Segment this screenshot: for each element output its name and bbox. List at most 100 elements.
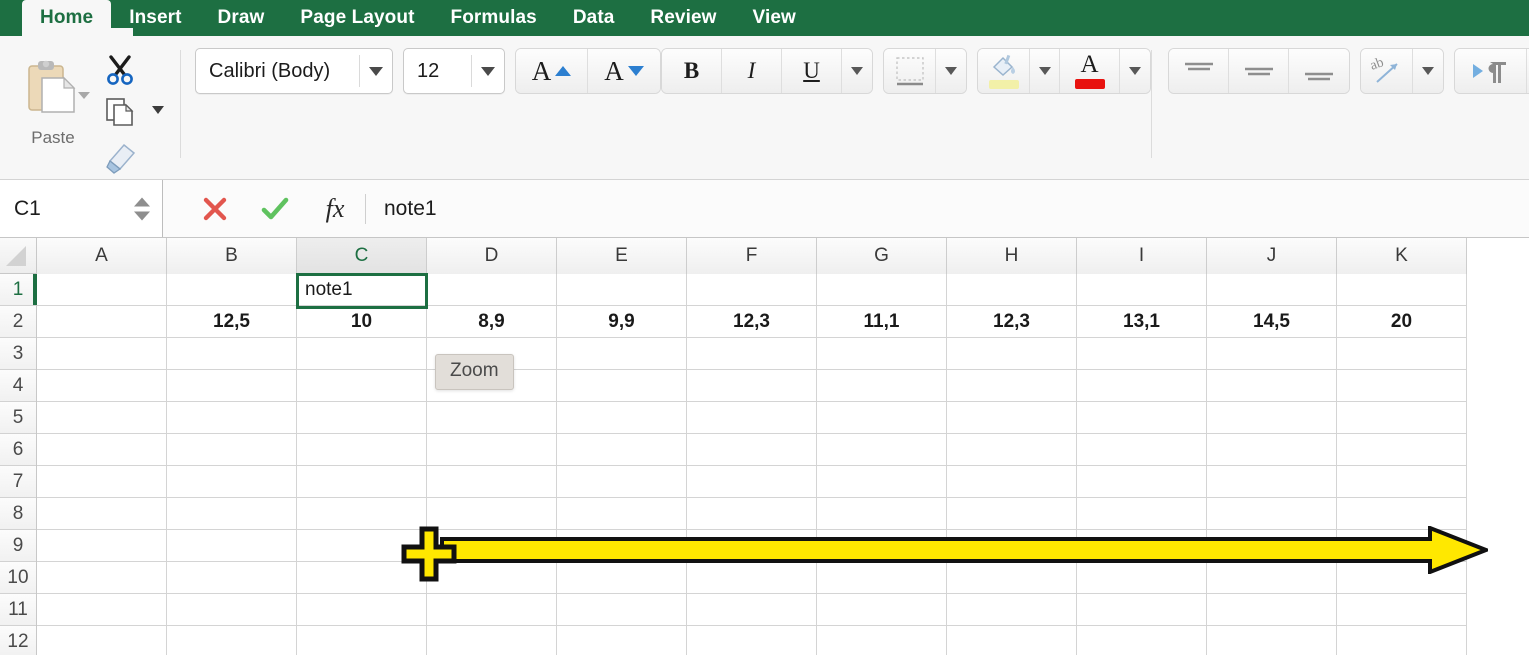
column-header-b[interactable]: B xyxy=(167,238,297,274)
column-header-g[interactable]: G xyxy=(817,238,947,274)
align-bottom-button[interactable] xyxy=(1289,49,1349,93)
cell-J9[interactable] xyxy=(1207,530,1337,562)
cell-I4[interactable] xyxy=(1077,370,1207,402)
cell-E9[interactable] xyxy=(557,530,687,562)
name-box[interactable]: C1 xyxy=(0,180,163,237)
cell-H10[interactable] xyxy=(947,562,1077,594)
tab-draw[interactable]: Draw xyxy=(200,0,283,36)
column-header-j[interactable]: J xyxy=(1207,238,1337,274)
cell-A11[interactable] xyxy=(37,594,167,626)
cell-G10[interactable] xyxy=(817,562,947,594)
cell-K3[interactable] xyxy=(1337,338,1467,370)
cell-H5[interactable] xyxy=(947,402,1077,434)
decrease-font-size-button[interactable]: A xyxy=(588,49,660,93)
formula-input[interactable]: note1 xyxy=(366,180,1529,237)
cell-H1[interactable] xyxy=(947,274,1077,306)
cell-A3[interactable] xyxy=(37,338,167,370)
column-header-k[interactable]: K xyxy=(1337,238,1467,274)
underline-dropdown-icon[interactable] xyxy=(842,49,872,93)
cell-K10[interactable] xyxy=(1337,562,1467,594)
cell-B5[interactable] xyxy=(167,402,297,434)
cell-F11[interactable] xyxy=(687,594,817,626)
cell-B8[interactable] xyxy=(167,498,297,530)
fill-color-dropdown-icon[interactable] xyxy=(1030,49,1060,93)
cell-D9[interactable] xyxy=(427,530,557,562)
cell-D1[interactable] xyxy=(427,274,557,306)
text-orientation-dropdown-icon[interactable] xyxy=(1413,49,1443,93)
cell-G1[interactable] xyxy=(817,274,947,306)
cell-F1[interactable] xyxy=(687,274,817,306)
row-header-11[interactable]: 11 xyxy=(0,594,36,626)
cell-C6[interactable] xyxy=(297,434,427,466)
cell-G11[interactable] xyxy=(817,594,947,626)
cancel-button[interactable] xyxy=(185,180,245,238)
spinner-down-icon[interactable] xyxy=(134,211,150,220)
cell-J2[interactable]: 14,5 xyxy=(1207,306,1337,338)
cell-I10[interactable] xyxy=(1077,562,1207,594)
row-header-7[interactable]: 7 xyxy=(0,466,36,498)
cell-H11[interactable] xyxy=(947,594,1077,626)
column-header-d[interactable]: D xyxy=(427,238,557,274)
cell-J11[interactable] xyxy=(1207,594,1337,626)
cell-B6[interactable] xyxy=(167,434,297,466)
copy-dropdown-caret-icon[interactable] xyxy=(152,106,164,114)
font-size-combo[interactable]: 12 xyxy=(403,48,505,94)
column-header-c[interactable]: C xyxy=(297,238,427,274)
cell-D7[interactable] xyxy=(427,466,557,498)
row-header-9[interactable]: 9 xyxy=(0,530,36,562)
cell-I6[interactable] xyxy=(1077,434,1207,466)
row-header-2[interactable]: 2 xyxy=(0,306,36,338)
cell-E11[interactable] xyxy=(557,594,687,626)
cell-C7[interactable] xyxy=(297,466,427,498)
cell-C9[interactable] xyxy=(297,530,427,562)
cell-B12[interactable] xyxy=(167,626,297,655)
borders-dropdown-icon[interactable] xyxy=(936,49,966,93)
font-family-dropdown-icon[interactable] xyxy=(360,49,392,93)
cell-K1[interactable] xyxy=(1337,274,1467,306)
cell-E6[interactable] xyxy=(557,434,687,466)
cell-A7[interactable] xyxy=(37,466,167,498)
cell-I8[interactable] xyxy=(1077,498,1207,530)
bold-button[interactable]: B xyxy=(662,49,722,93)
increase-font-size-button[interactable]: A xyxy=(516,49,588,93)
cell-G9[interactable] xyxy=(817,530,947,562)
cell-E7[interactable] xyxy=(557,466,687,498)
cell-C12[interactable] xyxy=(297,626,427,655)
align-middle-button[interactable] xyxy=(1229,49,1289,93)
cell-K6[interactable] xyxy=(1337,434,1467,466)
borders-button[interactable] xyxy=(884,49,936,93)
cell-G7[interactable] xyxy=(817,466,947,498)
cell-B7[interactable] xyxy=(167,466,297,498)
format-painter-button[interactable] xyxy=(94,138,146,178)
cell-K8[interactable] xyxy=(1337,498,1467,530)
column-header-a[interactable]: A xyxy=(37,238,167,274)
font-color-dropdown-icon[interactable] xyxy=(1120,49,1150,93)
cell-K9[interactable] xyxy=(1337,530,1467,562)
cell-K7[interactable] xyxy=(1337,466,1467,498)
fill-color-button[interactable] xyxy=(978,49,1030,93)
paragraph-direction-button[interactable] xyxy=(1455,49,1527,93)
cell-K11[interactable] xyxy=(1337,594,1467,626)
italic-button[interactable]: I xyxy=(722,49,782,93)
cell-C10[interactable] xyxy=(297,562,427,594)
spinner-up-icon[interactable] xyxy=(134,197,150,206)
cell-D11[interactable] xyxy=(427,594,557,626)
name-box-spinner[interactable] xyxy=(134,197,150,220)
cell-G4[interactable] xyxy=(817,370,947,402)
cell-A2[interactable] xyxy=(37,306,167,338)
cell-E3[interactable] xyxy=(557,338,687,370)
cell-B3[interactable] xyxy=(167,338,297,370)
cell-I9[interactable] xyxy=(1077,530,1207,562)
cell-I2[interactable]: 13,1 xyxy=(1077,306,1207,338)
cell-I12[interactable] xyxy=(1077,626,1207,655)
cell-A12[interactable] xyxy=(37,626,167,655)
tab-review[interactable]: Review xyxy=(632,0,734,36)
cell-F9[interactable] xyxy=(687,530,817,562)
cell-F12[interactable] xyxy=(687,626,817,655)
row-header-5[interactable]: 5 xyxy=(0,402,36,434)
cell-G5[interactable] xyxy=(817,402,947,434)
cell-E1[interactable] xyxy=(557,274,687,306)
cell-F6[interactable] xyxy=(687,434,817,466)
row-header-10[interactable]: 10 xyxy=(0,562,36,594)
cell-H6[interactable] xyxy=(947,434,1077,466)
